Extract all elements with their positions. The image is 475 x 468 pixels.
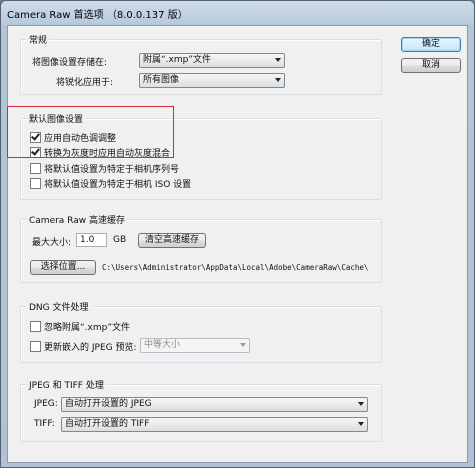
chevron-down-icon: [358, 422, 364, 426]
general-legend: 常规: [27, 33, 50, 46]
checkbox-unchecked-icon: [30, 341, 41, 352]
ignore-xmp-label: 忽略附属“.xmp”文件: [44, 323, 130, 333]
serial-default-label: 将默认值设置为特定于相机序列号: [44, 165, 180, 175]
jpeg-handling-value: 自动打开设置的 JPEG: [65, 399, 152, 409]
size-unit-label: GB: [113, 235, 127, 245]
checkbox-checked-icon: [30, 147, 41, 158]
dng-group: DNG 文件处理 忽略附属“.xmp”文件 更新嵌入的 JPEG 预览: 中等大…: [20, 300, 382, 363]
sharpen-select[interactable]: 所有图像: [139, 73, 285, 88]
dialog-body: 确定 取消 常规 将图像设置存储在: 附属“.xmp”文件 将锐化应用于: 所有…: [7, 25, 468, 463]
jpeg-tiff-group: JPEG 和 TIFF 处理 JPEG: 自动打开设置的 JPEG TIFF: …: [20, 378, 382, 442]
cache-group: Camera Raw 高速缓存 最大大小: 1.0 GB 清空高速缓存 选择位置…: [20, 213, 382, 283]
save-settings-select[interactable]: 附属“.xmp”文件: [139, 53, 285, 68]
checkbox-unchecked-icon: [30, 178, 41, 189]
sharpen-label: 将锐化应用于:: [56, 78, 114, 88]
sharpen-value: 所有图像: [143, 75, 180, 85]
window-title: Camera Raw 首选项 （8.0.0.137 版）: [7, 10, 188, 21]
jpeg-tiff-legend: JPEG 和 TIFF 处理: [27, 378, 106, 391]
update-preview-checkbox[interactable]: 更新嵌入的 JPEG 预览:: [30, 340, 137, 353]
tiff-handling-value: 自动打开设置的 TIFF: [65, 419, 150, 429]
default-settings-legend: 默认图像设置: [27, 112, 86, 125]
auto-tone-checkbox[interactable]: 应用自动色调调整: [30, 131, 116, 144]
update-preview-label: 更新嵌入的 JPEG 预览:: [44, 343, 137, 353]
dng-legend: DNG 文件处理: [27, 300, 91, 313]
cancel-button[interactable]: 取消: [401, 58, 461, 73]
jpeg-label: JPEG:: [34, 399, 58, 409]
preferences-window: Camera Raw 首选项 （8.0.0.137 版） 确定 取消 常规 将图…: [0, 0, 475, 468]
auto-tone-label: 应用自动色调调整: [44, 134, 117, 144]
jpeg-handling-select[interactable]: 自动打开设置的 JPEG: [61, 397, 368, 412]
save-settings-value: 附属“.xmp”文件: [143, 55, 211, 65]
serial-default-checkbox[interactable]: 将默认值设置为特定于相机序列号: [30, 162, 179, 175]
chevron-down-icon: [240, 343, 246, 347]
preview-size-select[interactable]: 中等大小: [140, 338, 250, 353]
save-settings-label: 将图像设置存储在:: [32, 58, 108, 68]
select-location-button[interactable]: 选择位置...: [30, 260, 96, 275]
chevron-down-icon: [275, 58, 281, 62]
title-bar[interactable]: Camera Raw 首选项 （8.0.0.137 版）: [1, 1, 474, 25]
tiff-label: TIFF:: [34, 419, 55, 429]
auto-grayscale-checkbox[interactable]: 转换为灰度时应用自动灰度混合: [30, 146, 170, 159]
general-group: 常规 将图像设置存储在: 附属“.xmp”文件 将锐化应用于: 所有图像: [20, 33, 382, 95]
purge-cache-button[interactable]: 清空高速缓存: [138, 233, 206, 248]
chevron-down-icon: [275, 78, 281, 82]
auto-grayscale-label: 转换为灰度时应用自动灰度混合: [44, 149, 171, 159]
max-size-input[interactable]: 1.0: [76, 233, 107, 247]
ok-button[interactable]: 确定: [401, 37, 461, 52]
cache-path: C:\Users\Administrator\AppData\Local\Ado…: [102, 263, 369, 272]
iso-default-checkbox[interactable]: 将默认值设置为特定于相机 ISO 设置: [30, 177, 191, 190]
max-size-label: 最大大小:: [32, 238, 72, 248]
default-settings-group: 默认图像设置 应用自动色调调整 转换为灰度时应用自动灰度混合 将默认值设置为特定…: [20, 112, 382, 200]
tiff-handling-select[interactable]: 自动打开设置的 TIFF: [61, 417, 368, 432]
preview-size-value: 中等大小: [144, 340, 181, 350]
iso-default-label: 将默认值设置为特定于相机 ISO 设置: [44, 180, 192, 190]
ignore-xmp-checkbox[interactable]: 忽略附属“.xmp”文件: [30, 320, 130, 333]
checkbox-unchecked-icon: [30, 321, 41, 332]
checkbox-checked-icon: [30, 132, 41, 143]
cache-legend: Camera Raw 高速缓存: [27, 213, 127, 226]
chevron-down-icon: [358, 402, 364, 406]
checkbox-unchecked-icon: [30, 163, 41, 174]
